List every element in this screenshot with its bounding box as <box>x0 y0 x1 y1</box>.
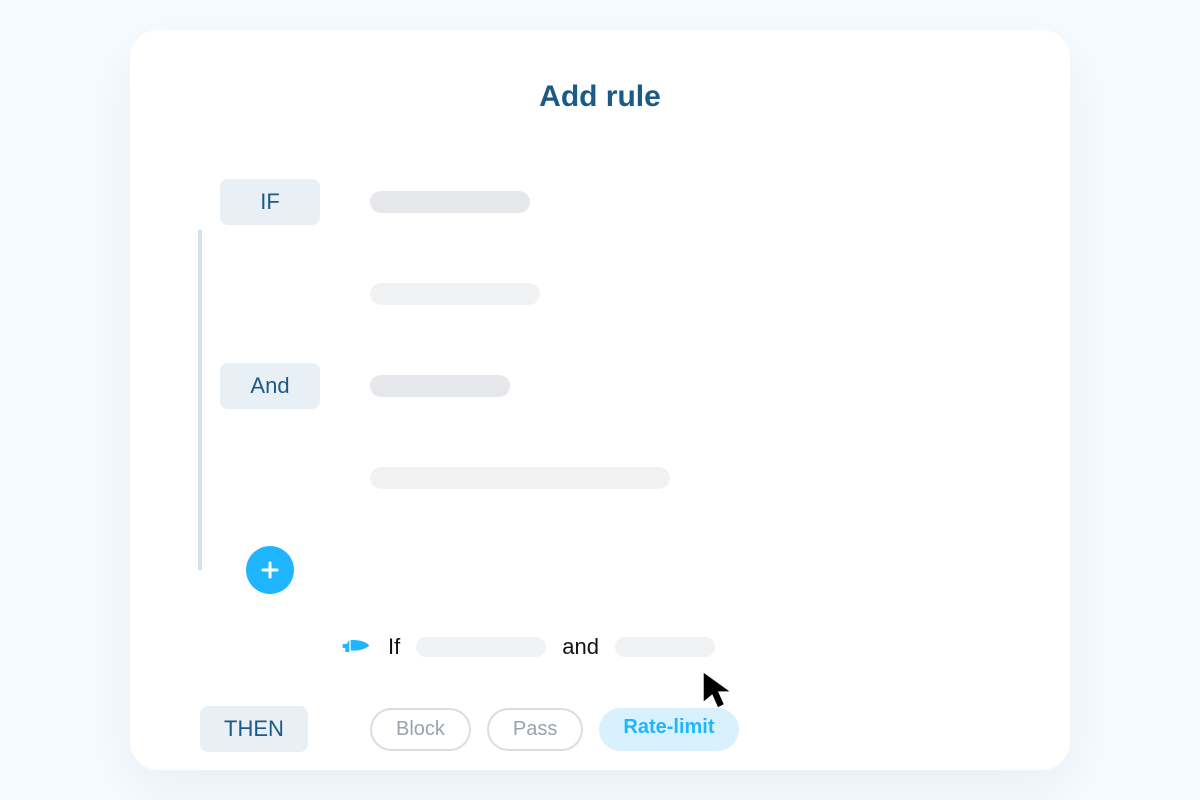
summary-if-text: If <box>388 634 400 660</box>
card-title: Add rule <box>200 80 1000 114</box>
pointing-hand-icon <box>340 628 372 666</box>
plus-icon <box>258 558 282 582</box>
cursor-icon <box>700 670 736 710</box>
summary-and-text: and <box>562 634 599 660</box>
rule-summary: If and <box>340 628 1000 666</box>
action-pills: Block Pass Rate-limit <box>370 708 739 751</box>
condition-input-placeholder[interactable] <box>370 191 530 213</box>
and-tag: And <box>220 363 320 409</box>
then-tag: THEN <box>200 706 308 752</box>
condition-subrow <box>200 266 1000 322</box>
condition-input-placeholder[interactable] <box>370 375 510 397</box>
condition-value-placeholder[interactable] <box>370 283 540 305</box>
condition-subrow <box>200 450 1000 506</box>
add-condition-row <box>200 542 1000 598</box>
action-rate-limit-button[interactable]: Rate-limit <box>599 708 738 751</box>
action-pass-button[interactable]: Pass <box>487 708 583 751</box>
action-block-button[interactable]: Block <box>370 708 471 751</box>
summary-placeholder <box>615 637 715 657</box>
condition-value-placeholder[interactable] <box>370 467 670 489</box>
condition-row-if: IF <box>200 174 1000 230</box>
add-rule-card: Add rule IF And <box>130 30 1070 770</box>
if-tag: IF <box>220 179 320 225</box>
add-condition-button[interactable] <box>246 546 294 594</box>
summary-placeholder <box>416 637 546 657</box>
condition-row-and: And <box>200 358 1000 414</box>
then-row: THEN Block Pass Rate-limit <box>200 706 1000 752</box>
